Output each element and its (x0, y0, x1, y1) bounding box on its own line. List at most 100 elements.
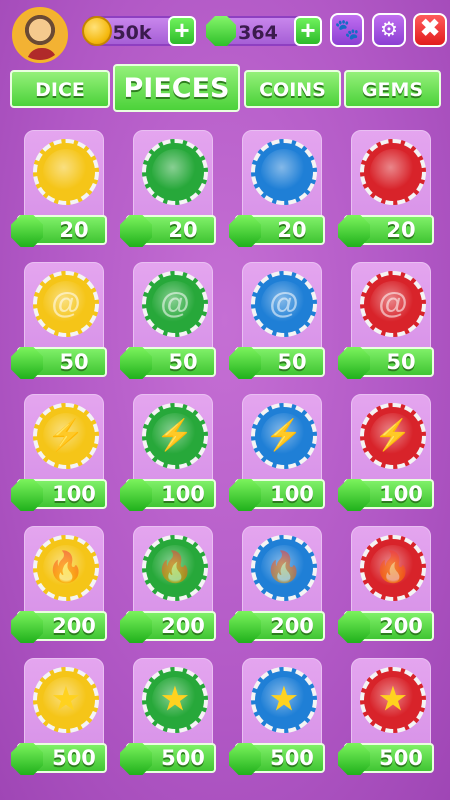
price-value: 100 (161, 482, 205, 506)
piece-card[interactable]: ★ 500 (229, 658, 325, 775)
price-value: 100 (270, 482, 314, 506)
piece-glyph: ★ (52, 683, 80, 716)
flame-piece-icon: 🔥 (360, 535, 426, 601)
piece-glyph: @ (51, 287, 81, 320)
piece-card[interactable]: ★ 500 (338, 658, 434, 775)
gems-counter: 364 + (206, 16, 322, 46)
tab-coins[interactable]: COINS (244, 70, 341, 108)
price-tag: 50 (338, 347, 434, 379)
piece-card[interactable]: @50 (11, 262, 107, 379)
piece-card[interactable]: ⚡ 100 (120, 394, 216, 511)
piece-glyph: @ (160, 287, 190, 320)
pets-button[interactable]: 🐾 (330, 13, 364, 47)
price-value: 50 (168, 350, 198, 374)
piece-card[interactable]: @50 (338, 262, 434, 379)
piece-core: ★ (261, 677, 307, 723)
gem-icon (120, 347, 152, 379)
piece-card[interactable]: 20 (229, 130, 325, 247)
price-tag: 100 (120, 479, 216, 511)
swirl-piece-icon: @ (33, 271, 99, 337)
piece-glyph: ★ (270, 683, 298, 716)
gem-icon (229, 611, 261, 643)
price-tag: 500 (11, 743, 107, 775)
piece-glyph: 🔥 (47, 551, 85, 584)
piece-card[interactable]: 🔥 200 (11, 526, 107, 643)
piece-core: ⚡ (370, 413, 416, 459)
swirl-piece-icon: @ (142, 271, 208, 337)
piece-card[interactable]: 20 (338, 130, 434, 247)
player-avatar[interactable] (12, 7, 68, 63)
close-icon: ✖ (419, 15, 441, 42)
star-piece-icon: ★ (142, 667, 208, 733)
piece-core: @ (261, 281, 307, 327)
price-tag: 200 (120, 611, 216, 643)
piece-card[interactable]: @50 (229, 262, 325, 379)
price-tag: 100 (338, 479, 434, 511)
piece-glyph: @ (378, 287, 408, 320)
gem-icon (120, 611, 152, 643)
piece-core: ★ (152, 677, 198, 723)
piece-card[interactable]: ★ 500 (120, 658, 216, 775)
gem-icon (120, 479, 152, 511)
swirl-piece-icon: @ (251, 271, 317, 337)
add-coins-button[interactable]: + (168, 16, 196, 46)
gem-icon (11, 479, 43, 511)
plain-piece-icon (33, 139, 99, 205)
piece-card[interactable]: 🔥 200 (338, 526, 434, 643)
price-value: 500 (270, 746, 314, 770)
gem-icon (11, 347, 43, 379)
piece-core: @ (370, 281, 416, 327)
gem-icon (11, 215, 43, 247)
piece-core: 🔥 (261, 545, 307, 591)
add-gems-button[interactable]: + (294, 16, 322, 46)
piece-card[interactable]: 20 (11, 130, 107, 247)
plain-piece-icon (251, 139, 317, 205)
piece-card[interactable]: ⚡ 100 (338, 394, 434, 511)
piece-glyph (152, 149, 198, 195)
price-tag: 20 (11, 215, 107, 247)
close-button[interactable]: ✖ (413, 13, 447, 47)
piece-core: 🔥 (43, 545, 89, 591)
piece-core: 🔥 (370, 545, 416, 591)
top-bar: 50k + 364 + 🐾 ⚙ ✖ (0, 0, 450, 63)
piece-card[interactable]: 🔥 200 (229, 526, 325, 643)
piece-core: @ (152, 281, 198, 327)
gem-icon (229, 479, 261, 511)
price-tag: 200 (229, 611, 325, 643)
gem-icon (338, 611, 370, 643)
piece-glyph: ⚡ (374, 419, 412, 452)
piece-card[interactable]: 🔥 200 (120, 526, 216, 643)
gem-icon (338, 743, 370, 775)
piece-glyph: 🔥 (265, 551, 303, 584)
piece-core (152, 149, 198, 195)
price-value: 20 (168, 218, 198, 242)
piece-card[interactable]: ★ 500 (11, 658, 107, 775)
gear-icon: ⚙ (380, 19, 398, 41)
piece-glyph: ⚡ (47, 419, 85, 452)
piece-core (43, 149, 89, 195)
price-tag: 20 (338, 215, 434, 247)
piece-core (261, 149, 307, 195)
tab-dice[interactable]: DICE (10, 70, 110, 108)
settings-button[interactable]: ⚙ (372, 13, 406, 47)
piece-card[interactable]: ⚡ 100 (229, 394, 325, 511)
tab-gems[interactable]: GEMS (344, 70, 441, 108)
gem-icon (338, 347, 370, 379)
piece-glyph (43, 149, 89, 195)
price-tag: 500 (229, 743, 325, 775)
piece-card[interactable]: ⚡ 100 (11, 394, 107, 511)
price-value: 50 (277, 350, 307, 374)
tab-pieces[interactable]: PIECES (113, 64, 240, 112)
price-tag: 500 (120, 743, 216, 775)
price-tag: 50 (229, 347, 325, 379)
gem-icon (120, 743, 152, 775)
price-value: 50 (59, 350, 89, 374)
price-value: 500 (379, 746, 423, 770)
price-value: 500 (161, 746, 205, 770)
price-tag: 500 (338, 743, 434, 775)
piece-core: ⚡ (43, 413, 89, 459)
piece-card[interactable]: 20 (120, 130, 216, 247)
price-tag: 200 (338, 611, 434, 643)
piece-core: ⚡ (152, 413, 198, 459)
piece-card[interactable]: @50 (120, 262, 216, 379)
